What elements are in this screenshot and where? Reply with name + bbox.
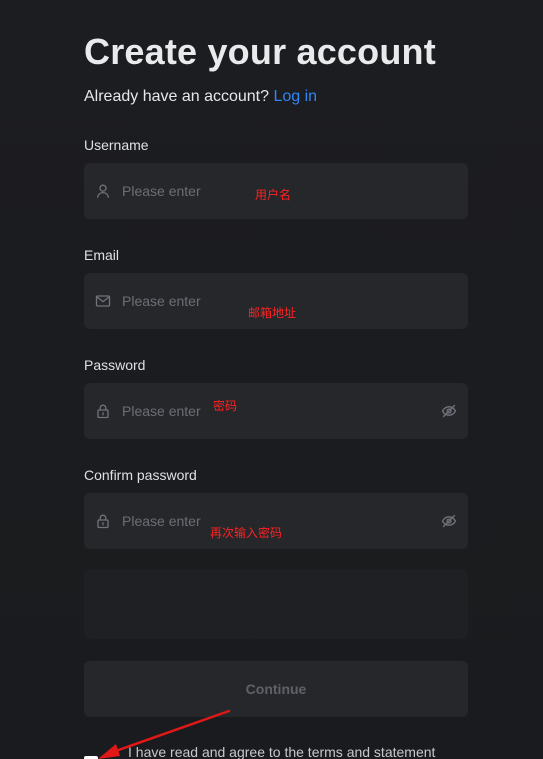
lock-icon	[97, 404, 109, 419]
password-field[interactable]: Please enter 密码	[84, 383, 468, 439]
verification-box[interactable]	[84, 569, 468, 639]
login-prompt: Already have an account? Log in	[84, 88, 317, 106]
eye-off-icon[interactable]	[441, 403, 457, 419]
eye-off-icon[interactable]	[441, 513, 457, 529]
confirm-password-annotation: 再次输入密码	[210, 526, 283, 540]
lock-icon	[97, 514, 109, 529]
email-placeholder: Please enter	[122, 293, 201, 309]
username-annotation: 用户名	[255, 188, 292, 202]
confirm-password-field[interactable]: Please enter 再次输入密码	[84, 493, 468, 549]
email-field[interactable]: Please enter 邮箱地址	[84, 273, 468, 329]
page-title: Create your account	[84, 31, 436, 72]
username-placeholder: Please enter	[122, 183, 201, 199]
password-label: Password	[84, 357, 146, 373]
user-icon	[96, 184, 110, 198]
username-field[interactable]: Please enter 用户名	[84, 163, 468, 219]
confirm-password-placeholder: Please enter	[122, 513, 201, 529]
agreement-text: I have read and agree to the terms and s…	[128, 744, 436, 759]
password-annotation: 密码	[213, 399, 238, 413]
username-label: Username	[84, 137, 149, 153]
login-prompt-text: Already have an account?	[84, 88, 270, 105]
agreement-row: I have read and agree to the terms and s…	[84, 744, 484, 759]
signup-page: Create your account Already have an acco…	[0, 0, 543, 759]
email-label: Email	[84, 247, 120, 263]
password-placeholder: Please enter	[122, 403, 201, 419]
confirm-password-label: Confirm password	[84, 467, 197, 483]
continue-button[interactable]: Continue	[84, 661, 468, 717]
login-link[interactable]: Log in	[273, 88, 317, 105]
annotation-arrow-icon	[98, 709, 231, 759]
mail-icon	[95, 295, 111, 307]
email-annotation: 邮箱地址	[248, 306, 297, 320]
